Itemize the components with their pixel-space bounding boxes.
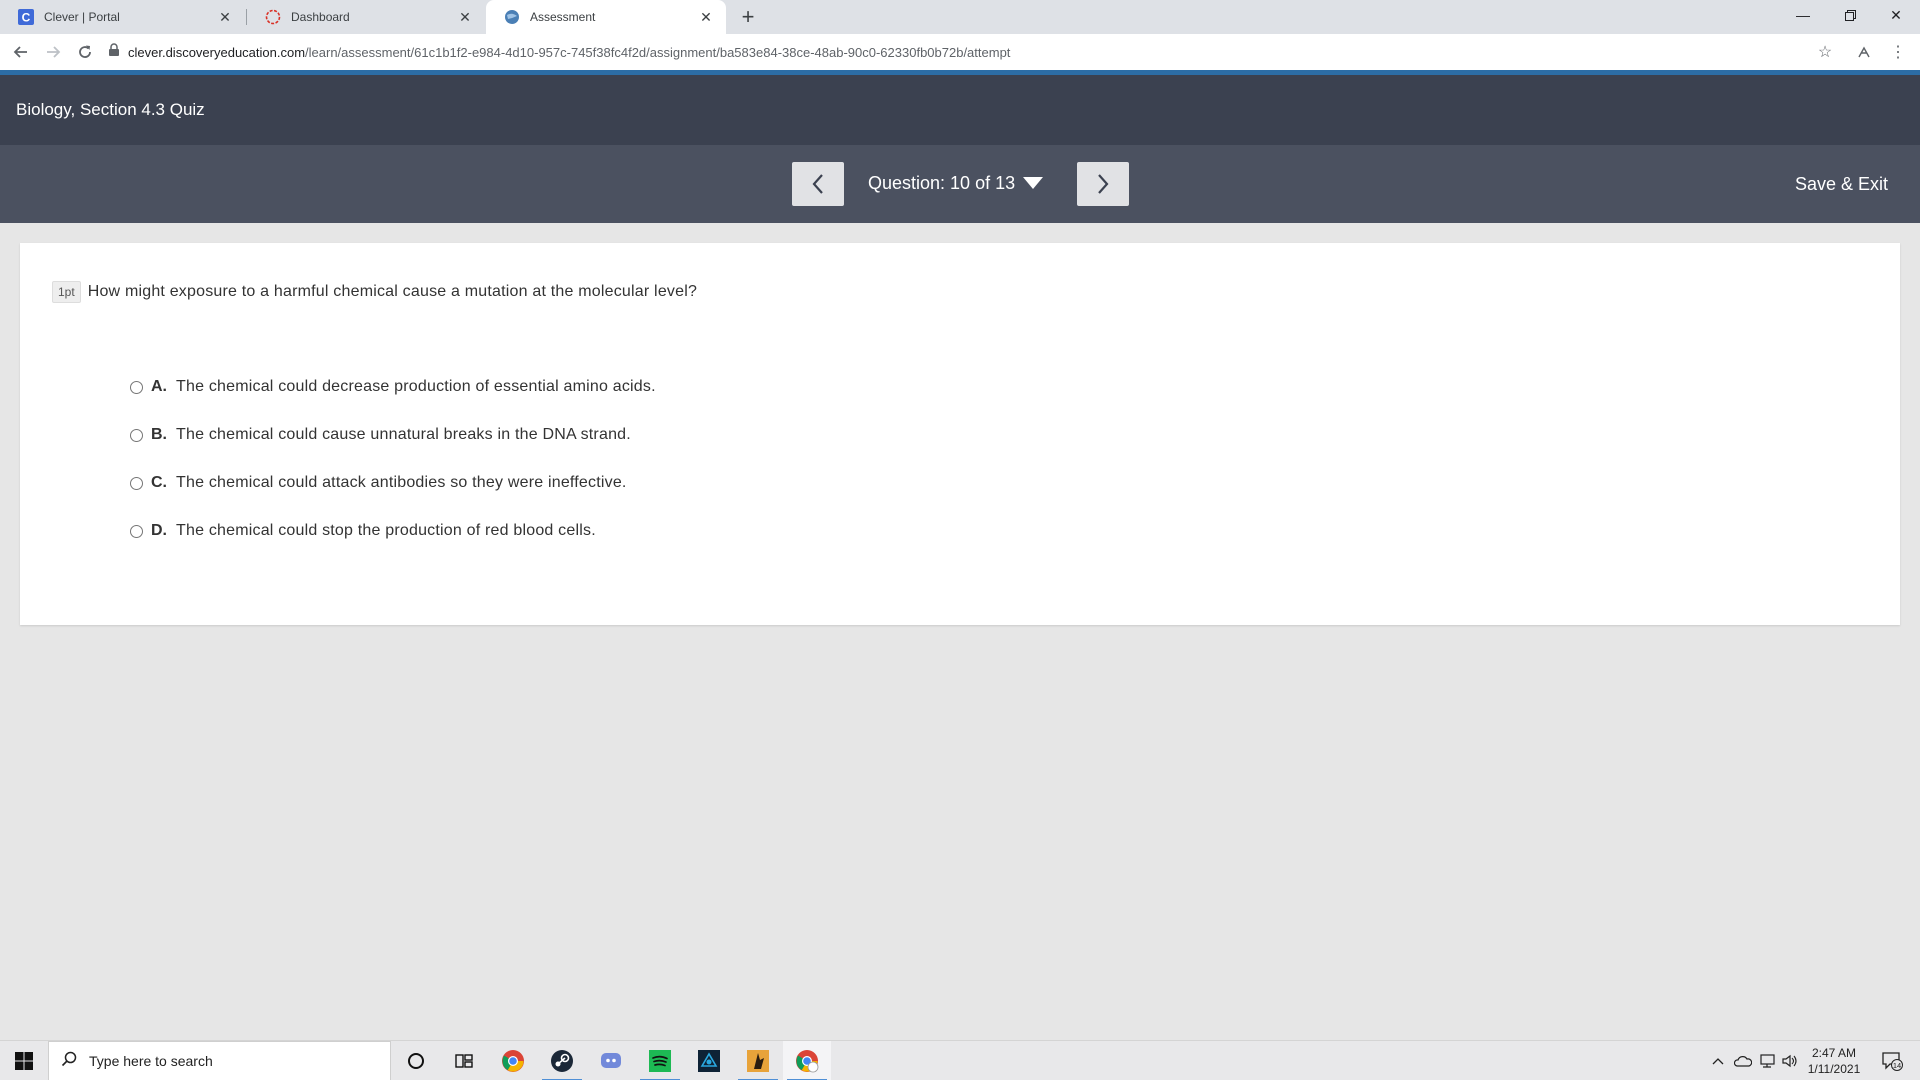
choice-a[interactable]: A. The chemical could decrease productio… [130,375,656,399]
choice-text: The chemical could decrease production o… [176,378,656,395]
clock-date: 1/11/2021 [1807,1062,1861,1076]
svg-text:C: C [22,11,31,25]
address-bar[interactable]: clever.discoveryeducation.com/learn/asse… [108,38,1828,66]
close-tab-icon[interactable]: ✕ [698,9,714,25]
close-tab-icon[interactable]: ✕ [217,9,233,25]
choice-letter: A. [151,378,167,395]
question-card: 1pt How might exposure to a harmful chem… [20,243,1900,625]
choice-d[interactable]: D. The chemical could stop the productio… [130,519,656,543]
url-text: clever.discoveryeducation.com/learn/asse… [128,45,1010,60]
extension-icon[interactable] [1852,40,1876,64]
windows-start-icon[interactable] [0,1041,48,1080]
menu-kebab-icon[interactable]: ⋮ [1886,40,1910,64]
discovery-globe-icon [504,9,520,25]
question-counter-text: Question: 10 of 13 [868,173,1016,193]
taskbar-search-box[interactable]: Type here to search [48,1041,391,1080]
windows-taskbar: Type here to search 2:47 AM 1/11/2021 14 [0,1040,1920,1080]
next-question-button[interactable] [1077,162,1129,206]
radio-button[interactable] [130,380,143,394]
reload-icon[interactable] [73,40,97,64]
cortana-icon[interactable] [392,1041,440,1080]
tab-clever-portal[interactable]: C Clever | Portal ✕ [0,0,245,34]
search-icon [61,1051,77,1072]
save-exit-button[interactable]: Save & Exit [1795,174,1888,195]
tab-title: Dashboard [291,10,350,24]
back-arrow-icon[interactable] [9,40,33,64]
choice-c[interactable]: C. The chemical could attack antibodies … [130,471,656,495]
steam-icon[interactable] [538,1041,586,1080]
task-view-icon[interactable] [440,1041,488,1080]
choice-letter: B. [151,426,167,443]
quiz-title: Biology, Section 4.3 Quiz [16,100,205,119]
lock-icon [108,42,120,62]
question-selector-dropdown[interactable]: Question: 10 of 13 [868,173,1044,194]
chrome-icon[interactable] [489,1041,537,1080]
discord-icon[interactable] [587,1041,635,1080]
search-placeholder: Type here to search [89,1053,213,1069]
close-tab-icon[interactable]: ✕ [457,9,473,25]
radio-button[interactable] [130,428,143,442]
bookmark-star-icon[interactable]: ☆ [1813,40,1837,64]
points-badge: 1pt [52,281,81,303]
tab-title: Assessment [530,10,596,24]
browser-toolbar: clever.discoveryeducation.com/learn/asse… [0,34,1920,70]
restore-icon[interactable] [1827,0,1873,30]
tab-assessment[interactable]: Assessment ✕ [486,0,726,34]
notification-center-icon[interactable]: 14 [1872,1041,1912,1080]
system-clock[interactable]: 2:47 AM 1/11/2021 [1800,1045,1868,1077]
chrome-active-icon[interactable] [783,1041,831,1080]
spotify-icon[interactable] [636,1041,684,1080]
chevron-right-icon [1098,174,1109,194]
game-app-icon-2[interactable] [734,1041,782,1080]
radio-button[interactable] [130,524,143,538]
choice-text: The chemical could stop the production o… [176,522,596,539]
choice-text: The chemical could cause unnatural break… [176,426,631,443]
choice-letter: D. [151,522,167,539]
question-navigation-bar: Question: 10 of 13 Save & Exit [0,145,1920,223]
url-host: clever.discoveryeducation.com [128,44,306,60]
chevron-left-icon [812,174,823,194]
minimize-icon[interactable]: — [1780,0,1826,30]
new-tab-button[interactable]: + [736,4,760,29]
volume-icon[interactable] [1779,1041,1801,1080]
tab-title: Clever | Portal [44,10,120,24]
question-text: How might exposure to a harmful chemical… [87,283,698,300]
caret-down-icon [1023,173,1044,194]
onedrive-icon[interactable] [1732,1041,1754,1080]
choice-letter: C. [151,474,167,491]
network-icon[interactable] [1756,1041,1778,1080]
answer-choices: A. The chemical could decrease productio… [130,375,656,567]
close-window-icon[interactable]: ✕ [1873,0,1919,30]
forward-arrow-icon[interactable] [41,40,65,64]
choice-b[interactable]: B. The chemical could cause unnatural br… [130,423,656,447]
game-app-icon[interactable] [685,1041,733,1080]
choice-text: The chemical could attack antibodies so … [176,474,627,491]
quiz-header: Biology, Section 4.3 Quiz [0,75,1920,145]
radio-button[interactable] [130,476,143,490]
dashboard-icon [265,9,281,25]
notification-count: 14 [1893,1061,1901,1070]
previous-question-button[interactable] [792,162,844,206]
clock-time: 2:47 AM [1811,1046,1857,1060]
browser-tab-strip: C Clever | Portal ✕ Dashboard ✕ Assessme… [0,0,1920,34]
tab-dashboard[interactable]: Dashboard ✕ [247,0,485,34]
url-path: /learn/assessment/61c1b1f2-e984-4d10-957… [305,44,1011,60]
clever-icon: C [18,9,34,25]
chevron-up-icon[interactable] [1708,1041,1728,1080]
question-prompt: 1pt How might exposure to a harmful chem… [52,281,697,303]
